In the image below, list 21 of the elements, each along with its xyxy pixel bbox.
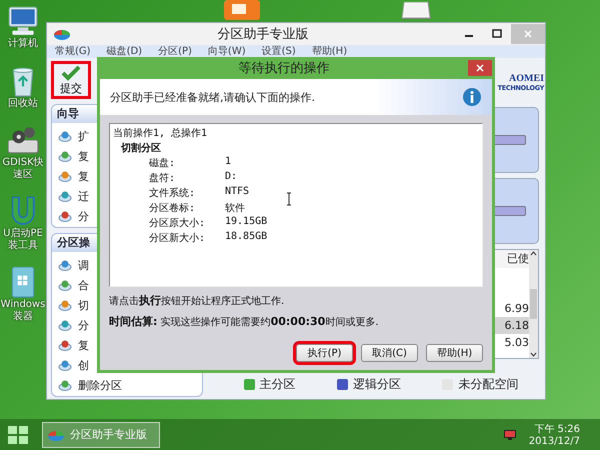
- field-label: 分区原大小:: [149, 216, 206, 230]
- field-value: D:: [225, 171, 238, 184]
- operation-name: 切割分区: [120, 142, 162, 155]
- dialog-message: 分区助手已经准备就绪,请确认下面的操作.: [110, 90, 315, 104]
- field-label: 磁盘:: [149, 157, 176, 170]
- field-label: 分区卷标:: [149, 202, 196, 215]
- note-text: 时间估算: 实现这些操作可能需要约00:00:30时间或更多.: [109, 314, 380, 329]
- field-value: 软件: [225, 202, 245, 215]
- window-title: 分区助手专业版: [216, 26, 310, 43]
- operation-summary: 当前操作1, 总操作1: [113, 126, 208, 140]
- legend-label: 逻辑分区: [352, 376, 401, 393]
- field-value: NTFS: [225, 186, 250, 199]
- field-value: 18.85GB: [225, 231, 268, 244]
- field-label: 盘符:: [149, 172, 176, 185]
- field-value: 1: [225, 156, 232, 169]
- field-label: 文件系统:: [149, 186, 196, 200]
- field-value: 19.15GB: [225, 216, 268, 229]
- legend-label: 主分区: [260, 376, 296, 393]
- legend-label: 未分配空间: [458, 376, 518, 393]
- dialog-title: 等待执行的操作: [238, 60, 330, 77]
- note-text: 请点击执行按钮开始让程序正式地工作.: [109, 293, 286, 308]
